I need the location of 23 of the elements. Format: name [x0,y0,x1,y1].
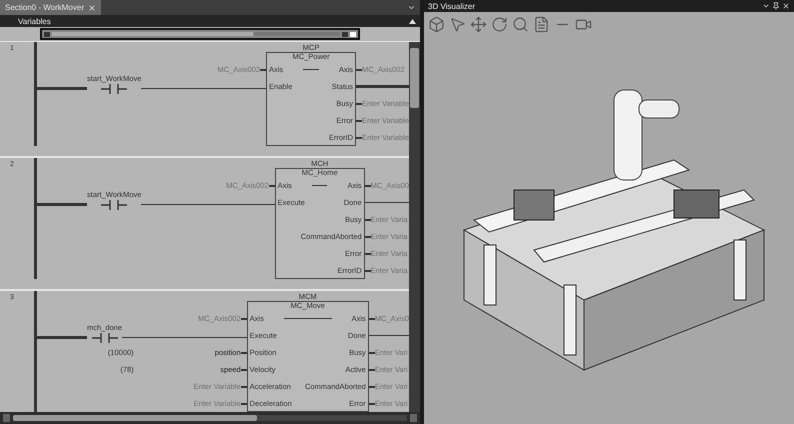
pin-icon[interactable] [772,2,780,10]
panel-title: 3D Visualizer [428,2,475,10]
contact-icon[interactable] [101,199,128,211]
vertical-scrollbar[interactable] [409,42,420,412]
contact-icon[interactable] [92,332,118,344]
close-icon[interactable] [782,2,790,10]
contact-icon[interactable] [101,83,128,95]
pointer-icon[interactable] [449,16,466,32]
dropdown-icon[interactable] [762,2,770,10]
zoom-icon[interactable] [512,16,529,32]
editor-tab[interactable]: Section0 - WorkMover [0,0,101,15]
dropdown-icon[interactable] [407,3,416,12]
variables-bar-label[interactable]: Variables [18,16,51,26]
function-block[interactable] [266,52,356,146]
collapse-icon[interactable] [409,18,416,24]
rotate-icon[interactable] [491,16,508,32]
horizontal-scrollbar[interactable] [0,412,420,424]
scrollbar-drawing[interactable] [40,28,360,40]
function-block[interactable] [246,301,369,412]
move-icon[interactable] [470,16,487,32]
view-cube-icon[interactable] [428,16,445,32]
document-icon[interactable] [533,16,550,32]
function-block[interactable] [274,168,365,279]
